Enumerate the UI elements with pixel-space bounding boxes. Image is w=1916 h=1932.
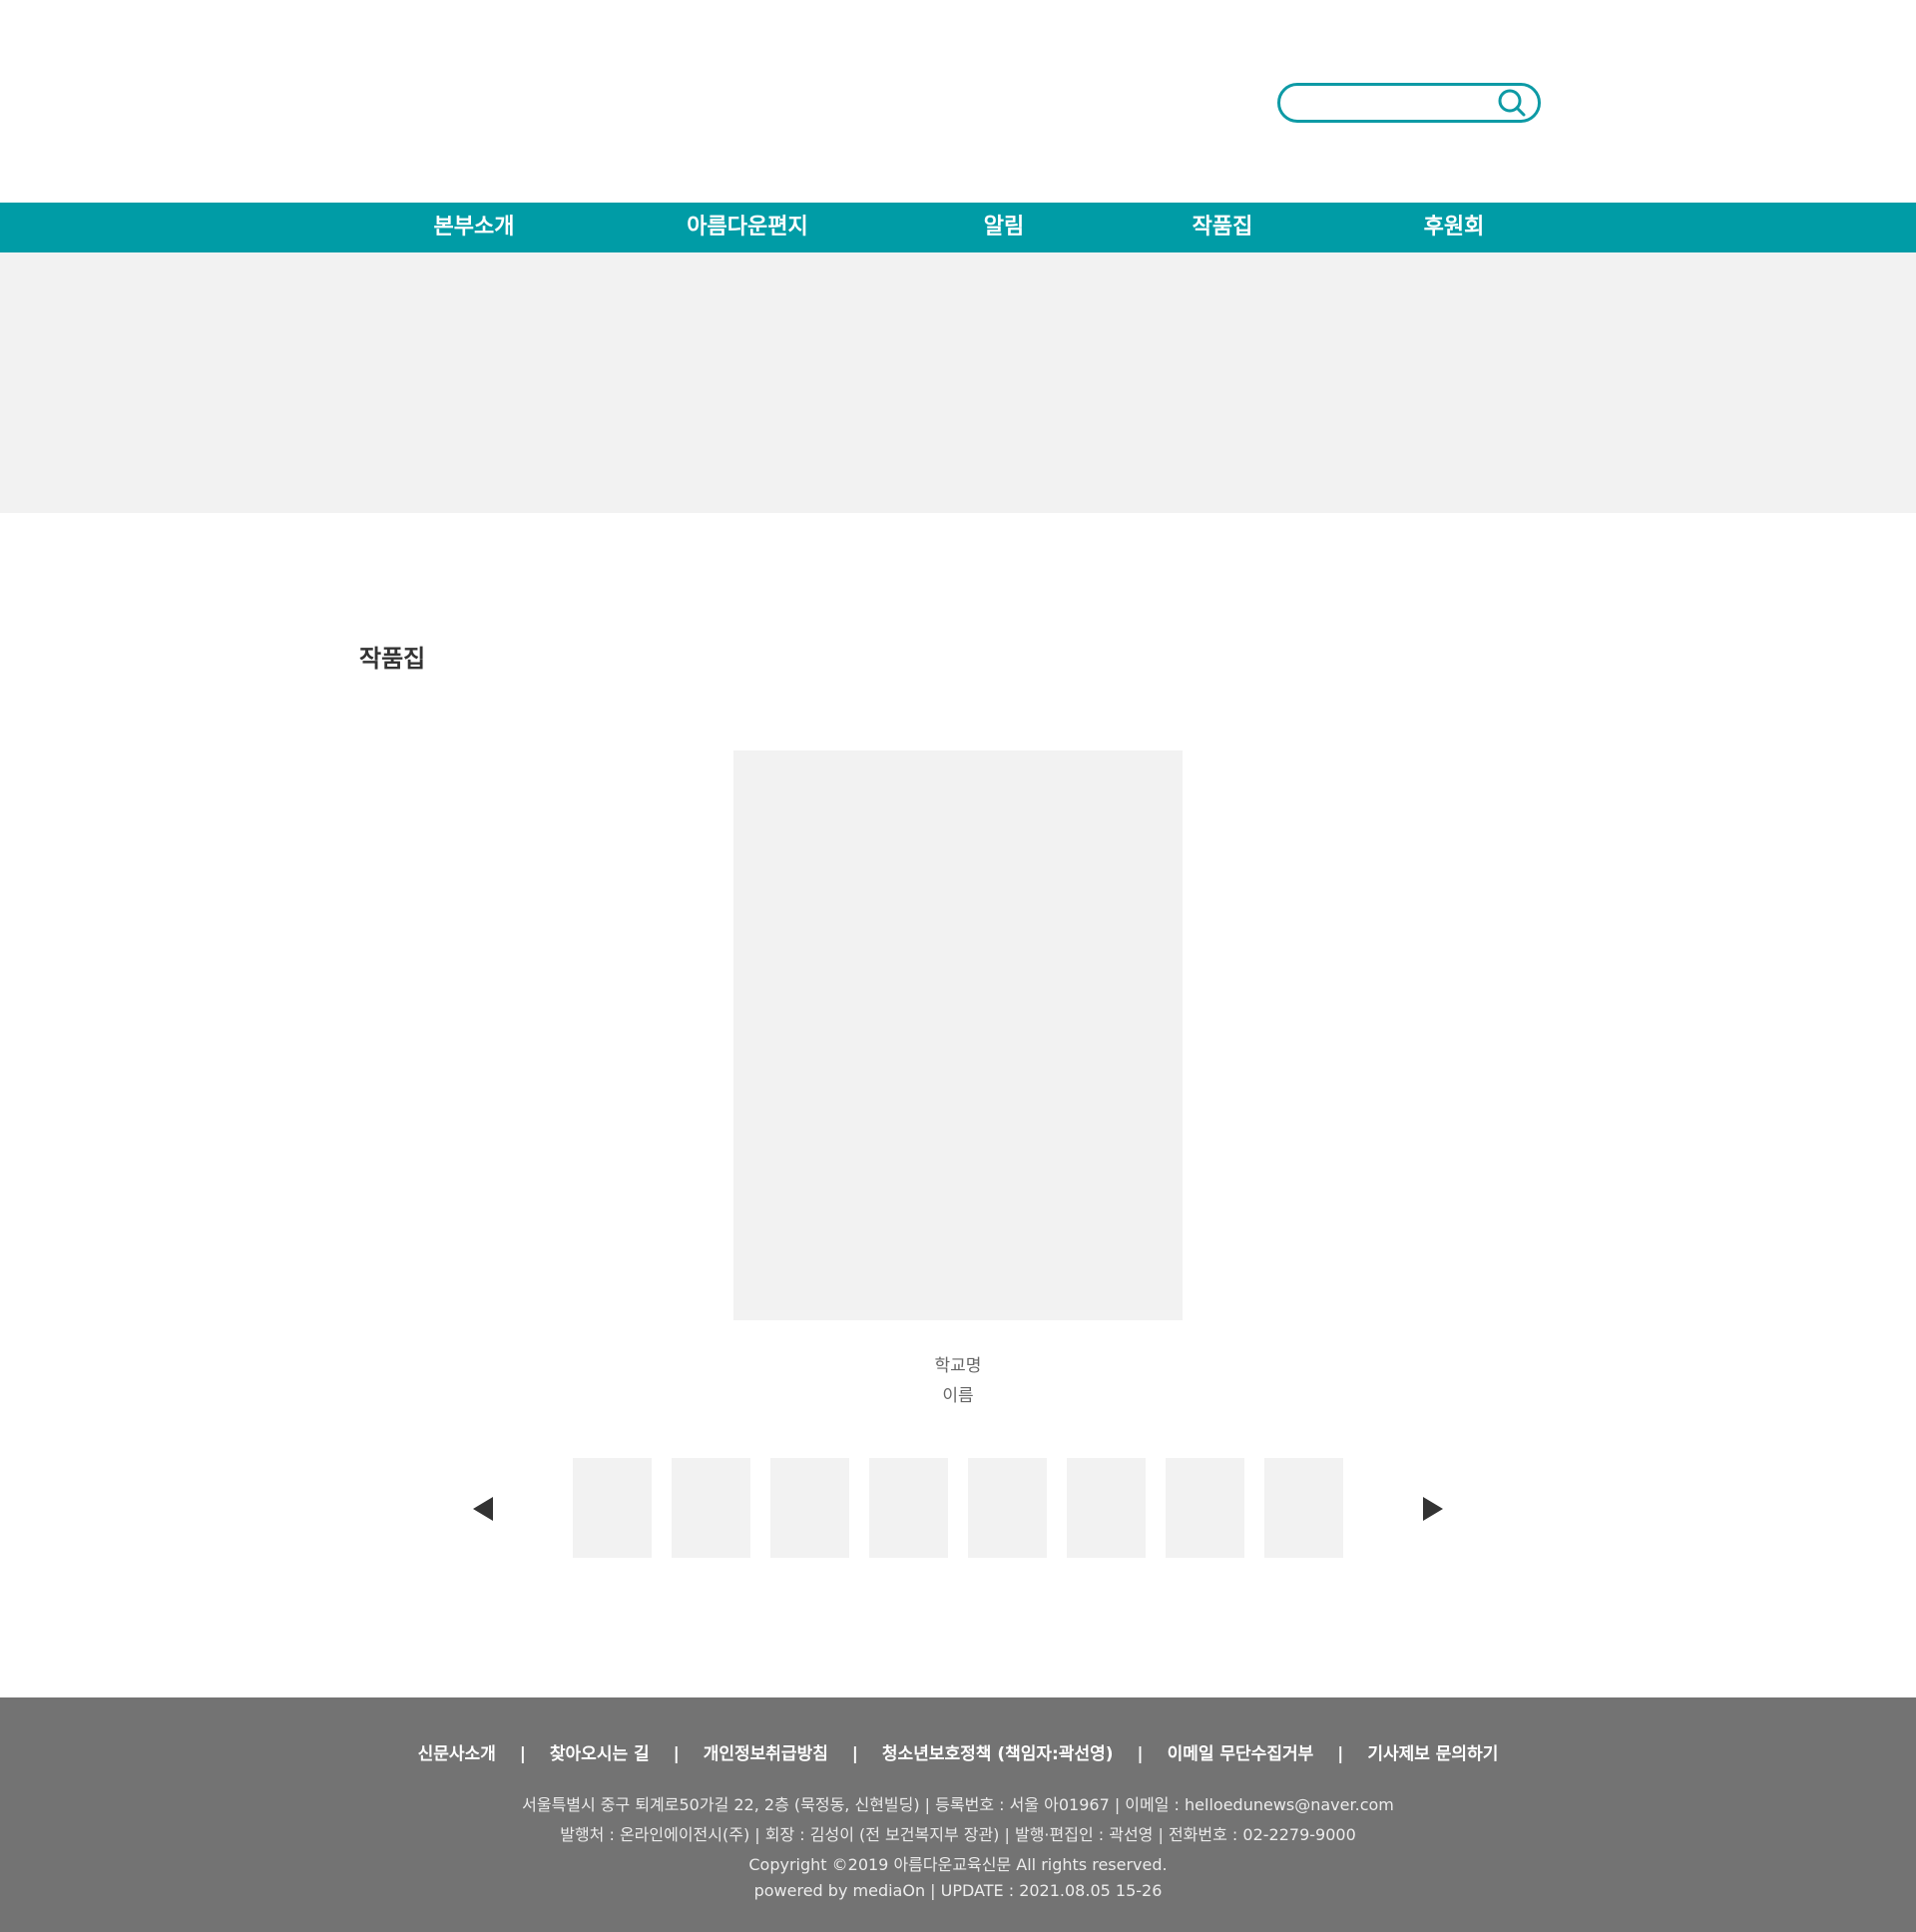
search-icon[interactable]	[1497, 88, 1527, 118]
thumbnail-6[interactable]	[1067, 1458, 1146, 1558]
thumbnail-5[interactable]	[968, 1458, 1047, 1558]
footer-links: 신문사소개 | 찾아오시는 길 | 개인정보취급방침 | 청소년보호정책 (책임…	[0, 1739, 1916, 1764]
triangle-right-icon[interactable]	[1423, 1497, 1443, 1521]
search-input[interactable]	[1296, 88, 1500, 120]
footer-separator: |	[519, 1744, 526, 1764]
banner-placeholder	[0, 252, 1916, 513]
thumbnail-2[interactable]	[672, 1458, 750, 1558]
featured-student-name: 이름	[942, 1386, 974, 1406]
nav-item-about[interactable]: 본부소개	[434, 203, 515, 252]
featured-school-name: 학교명	[934, 1356, 982, 1376]
main-nav: 본부소개 아름다운편지 알림 작품집 후원회	[0, 203, 1916, 252]
footer-separator: |	[1137, 1744, 1144, 1764]
nav-item-beautiful-letter[interactable]: 아름다운편지	[687, 203, 807, 252]
footer-separator: |	[1337, 1744, 1344, 1764]
footer-publisher: 발행처 : 온라인에이전시(주) | 회장 : 김성이 (전 보건복지부 장관)…	[560, 1825, 1356, 1844]
nav-item-sponsorship[interactable]: 후원회	[1424, 203, 1485, 252]
footer-address: 서울특별시 중구 퇴계로50가길 22, 2층 (묵정동, 신현빌딩) | 등록…	[522, 1795, 1394, 1814]
thumbnail-8[interactable]	[1264, 1458, 1343, 1558]
footer-link-about-newspaper[interactable]: 신문사소개	[418, 1744, 496, 1764]
footer-separator: |	[673, 1744, 680, 1764]
nav-item-notice[interactable]: 알림	[984, 203, 1024, 252]
footer-link-privacy-policy[interactable]: 개인정보취급방침	[704, 1744, 828, 1764]
thumbnail-4[interactable]	[869, 1458, 948, 1558]
page-title: 작품집	[359, 645, 426, 673]
featured-artwork-image	[733, 750, 1183, 1320]
thumbnail-3[interactable]	[770, 1458, 849, 1558]
footer-link-directions[interactable]: 찾아오시는 길	[550, 1744, 650, 1764]
footer-link-news-tip[interactable]: 기사제보 문의하기	[1367, 1744, 1498, 1764]
thumbnail-1[interactable]	[573, 1458, 652, 1558]
footer-separator: |	[851, 1744, 858, 1764]
footer-powered-by: powered by mediaOn | UPDATE : 2021.08.05…	[753, 1881, 1163, 1900]
triangle-left-icon[interactable]	[473, 1497, 493, 1521]
nav-item-collection[interactable]: 작품집	[1193, 203, 1253, 252]
footer-link-email-refusal[interactable]: 이메일 무단수집거부	[1168, 1744, 1314, 1764]
footer-link-youth-protection[interactable]: 청소년보호정책 (책임자:곽선영)	[882, 1744, 1114, 1764]
footer-copyright: Copyright ©2019 아름다운교육신문 All rights rese…	[748, 1855, 1168, 1874]
thumbnail-7[interactable]	[1166, 1458, 1244, 1558]
